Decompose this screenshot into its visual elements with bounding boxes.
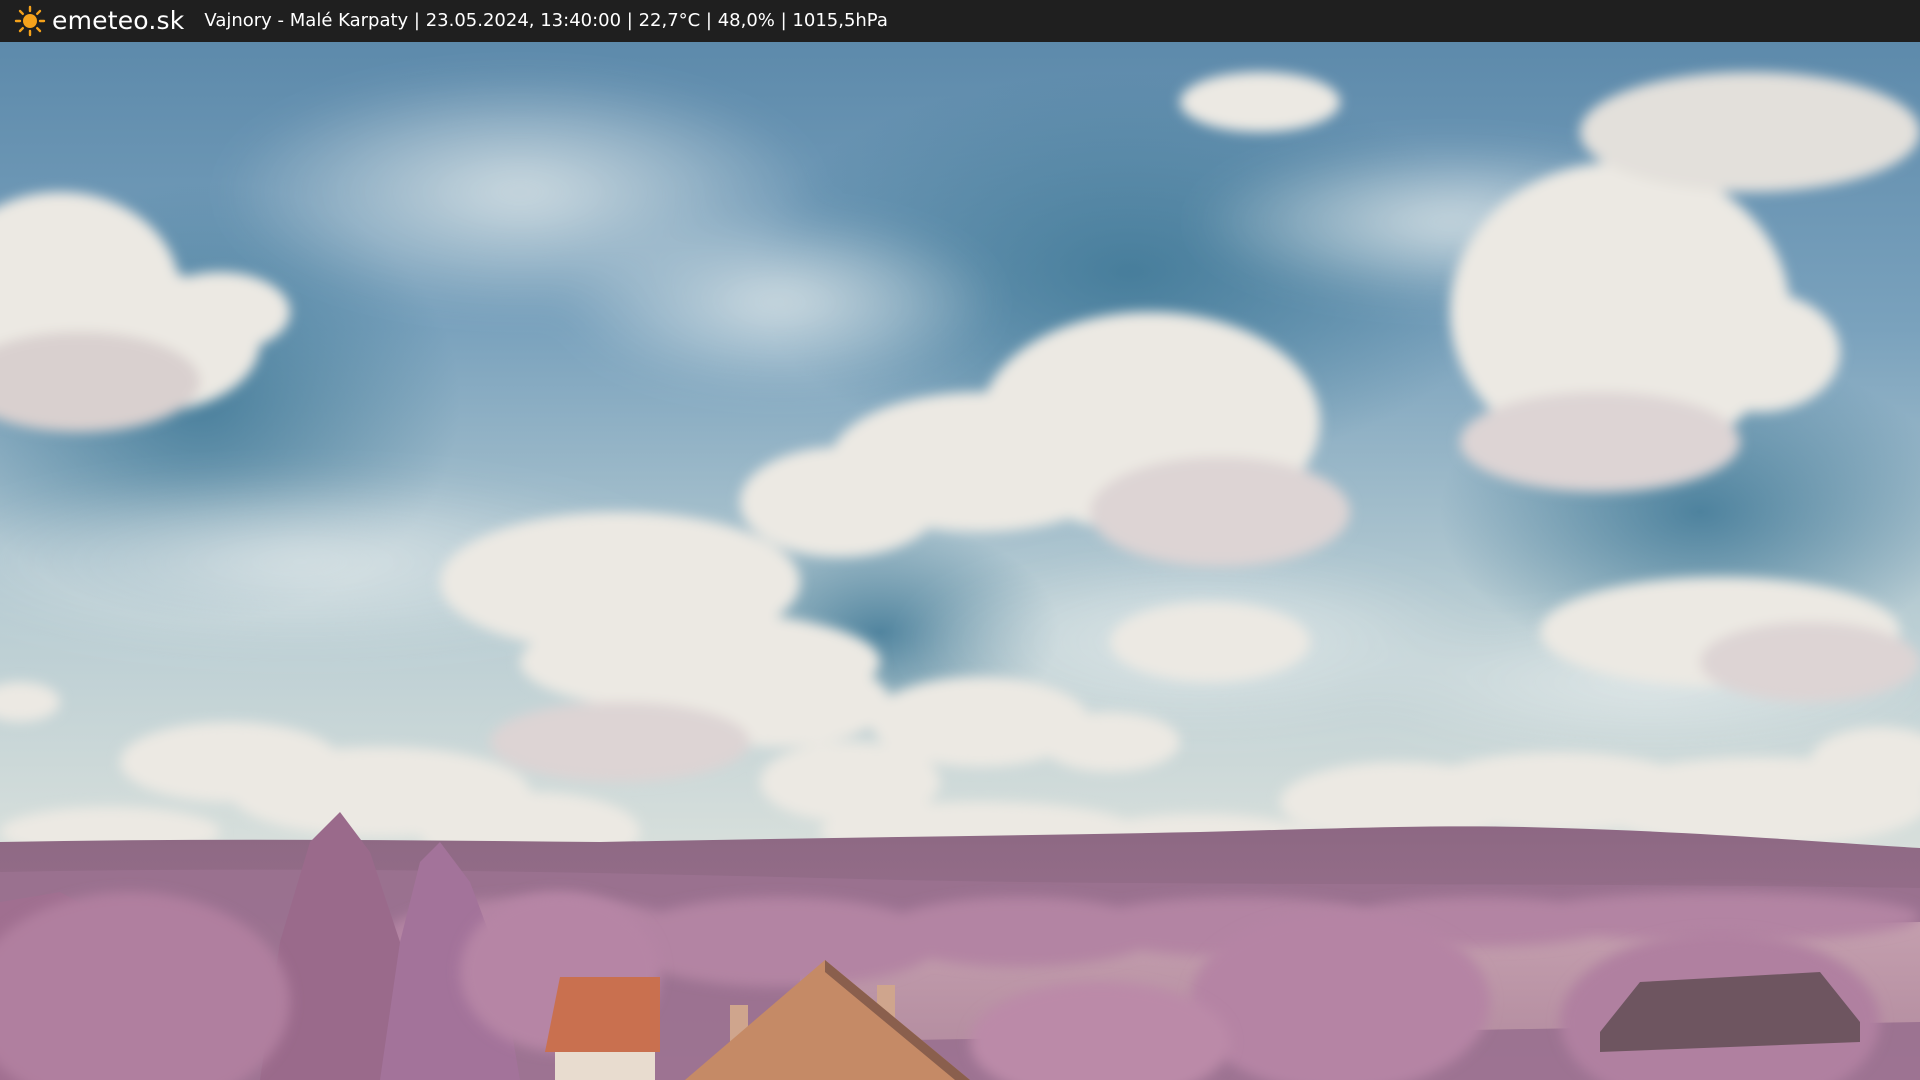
station-caption: Vajnory - Malé Karpaty | 23.05.2024, 13:… xyxy=(204,10,888,31)
brand-name: emeteo.sk xyxy=(52,6,185,35)
header-bar: emeteo.sk Vajnory - Malé Karpaty | 23.05… xyxy=(0,0,1920,42)
webcam-frame: emeteo.sk Vajnory - Malé Karpaty | 23.05… xyxy=(0,0,1920,1080)
site-logo[interactable]: emeteo.sk xyxy=(14,0,184,42)
house-left xyxy=(545,977,660,1080)
house-right xyxy=(1600,972,1860,1052)
sun-icon xyxy=(14,5,46,37)
webcam-image xyxy=(0,42,1920,1080)
